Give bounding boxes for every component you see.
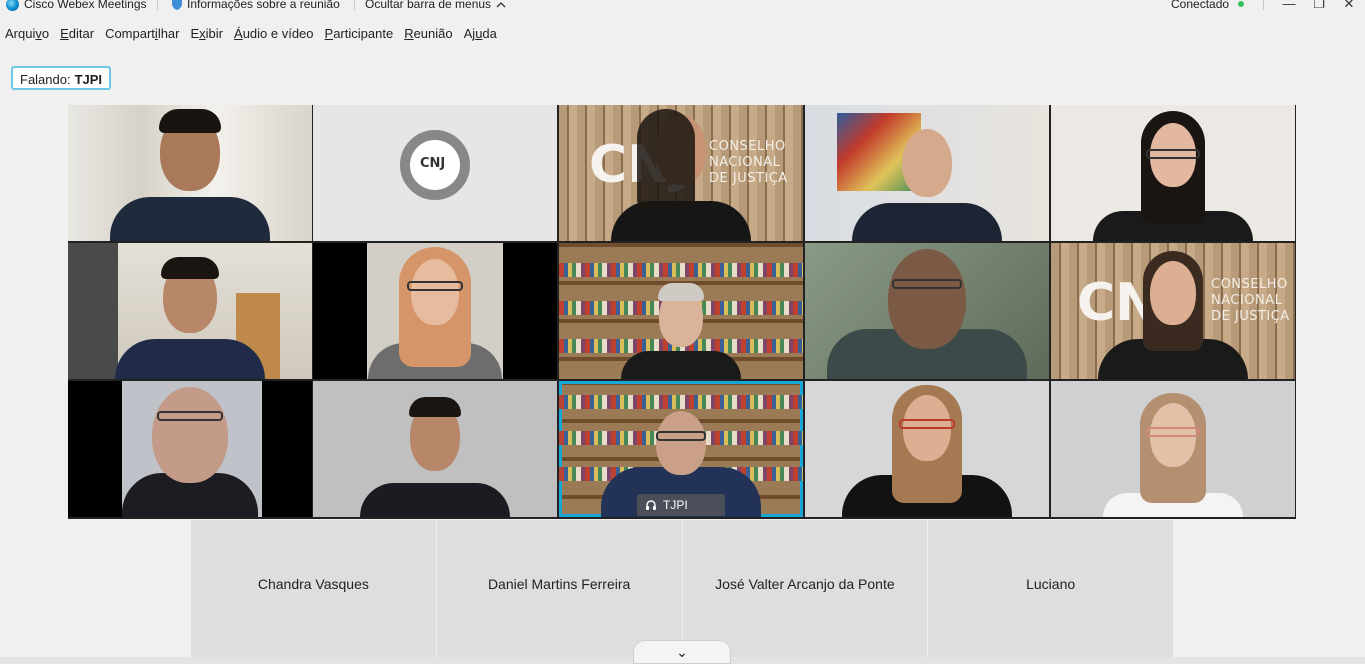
restore-icon[interactable]: ❐ [1309,0,1329,11]
active-speaker-label: TJPI [637,494,725,516]
participant-name: Luciano [1026,576,1076,592]
app-name: Cisco Webex Meetings [24,0,147,11]
video-tile[interactable] [805,381,1049,517]
hide-menu-label: Ocultar barra de menus [365,0,492,11]
video-tile[interactable] [68,243,312,379]
close-icon[interactable]: ✕ [1339,0,1359,11]
wall-text: CONSELHO NACIONAL DE JUSTIÇA [1211,277,1290,324]
active-speaker-indicator: Falando: TJPI [11,66,112,90]
video-tile[interactable] [313,381,557,517]
menu-exibir[interactable]: Exibir [191,26,224,46]
chevron-down-icon: ⌄ [676,644,688,660]
active-speaker-name: TJPI [663,498,688,512]
speaking-name: TJPI [74,72,103,87]
app-title: Cisco Webex Meetings [6,0,147,11]
video-tile[interactable]: CNJ CONSELHONACIONALDE JUSTIÇA [1051,243,1295,379]
menu-ajuda[interactable]: Ajuda [464,26,497,46]
video-tile[interactable] [805,243,1049,379]
video-grid: CNJ CNJ CONSELHONACIONALDE JUSTIÇA [68,105,1296,519]
video-tile[interactable] [1051,381,1295,517]
cnj-logo: CNJ [400,130,470,200]
status-dot-icon [1238,1,1245,7]
connection-status-label: Conectado [1171,0,1230,11]
video-tile[interactable]: CNJ CONSELHONACIONALDE JUSTIÇA [559,105,803,241]
video-tile-active-speaker[interactable]: TJPI [559,381,803,517]
menu-participante[interactable]: Participante [325,26,394,46]
meeting-info-button[interactable]: Informações sobre a reunião [172,0,340,11]
menu-audio-video[interactable]: Áudio e vídeo [234,26,314,46]
menu-reuniao[interactable]: Reunião [404,26,452,46]
shield-icon [172,0,182,10]
hide-menu-bar-button[interactable]: Ocultar barra de menus [365,0,506,11]
chevron-up-icon [496,1,506,7]
webex-logo-icon [6,0,19,11]
menu-compartilhar[interactable]: Compartilhar [105,26,179,46]
title-bar: Cisco Webex Meetings Informações sobre a… [0,0,1365,12]
meeting-info-label: Informações sobre a reunião [187,0,340,11]
participant-tile[interactable]: Chandra Vasques [191,520,437,664]
minimize-icon[interactable]: — [1279,0,1299,11]
video-tile[interactable] [313,243,557,379]
video-tile[interactable] [805,105,1049,241]
wall-text: CONSELHO NACIONAL DE JUSTIÇA [709,139,788,186]
menu-bar: Arquivo Editar Compartilhar Exibir Áudio… [0,26,503,46]
video-tile[interactable] [68,381,312,517]
menu-arquivo[interactable]: Arquivo [5,26,49,46]
participant-tile[interactable]: Luciano [928,520,1173,664]
participant-name: Chandra Vasques [257,576,369,592]
speaking-label: Falando: [20,72,71,87]
collapse-strip-button[interactable]: ⌄ [633,640,731,664]
video-tile[interactable] [1051,105,1295,241]
menu-editar[interactable]: Editar [60,26,94,46]
video-tile[interactable] [68,105,312,241]
headset-icon [646,500,656,510]
participant-name: Daniel Martins Ferreira [487,576,631,592]
connection-status: Conectado [1171,0,1245,11]
video-tile[interactable]: CNJ [313,105,557,241]
video-tile[interactable] [559,243,803,379]
participant-name: José Valter Arcanjo da Ponte [715,576,895,592]
